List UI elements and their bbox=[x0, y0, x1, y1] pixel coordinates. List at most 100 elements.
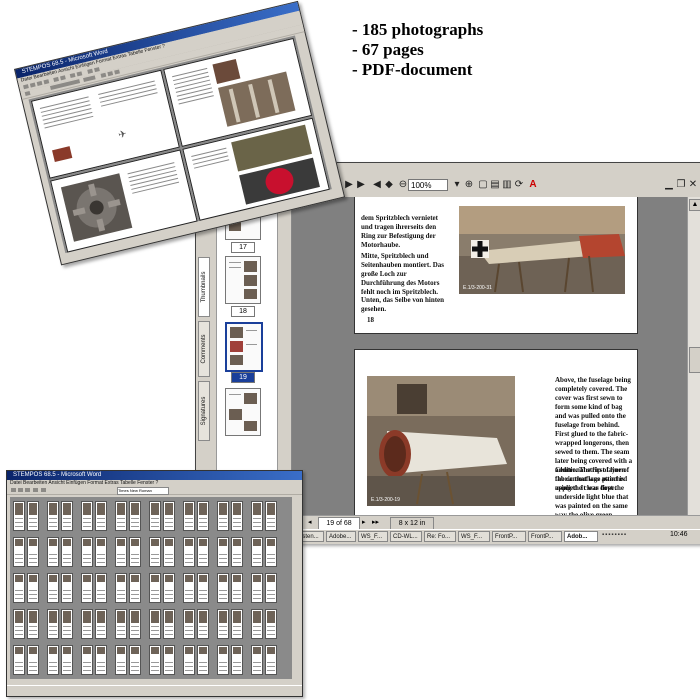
last-page-nav-icon[interactable]: ▸▸ bbox=[372, 518, 379, 526]
page18-text-1: dem Spritzblech vernietet und tragen ihr… bbox=[361, 214, 438, 249]
taskbar-item-4[interactable]: CD-WL... bbox=[390, 531, 422, 542]
overview-page bbox=[95, 609, 107, 639]
overview-page bbox=[115, 501, 127, 531]
scroll-thumb[interactable] bbox=[689, 347, 700, 373]
overview-page bbox=[13, 645, 25, 675]
overview-page bbox=[81, 537, 93, 567]
overview-page bbox=[129, 573, 141, 603]
overview-page bbox=[129, 645, 141, 675]
last-page-icon[interactable]: ▶ bbox=[356, 179, 366, 191]
forward-icon[interactable]: ◆ bbox=[384, 179, 394, 191]
font-name-field[interactable]: Times New Roman bbox=[117, 487, 169, 495]
small-toolbar[interactable]: Times New Roman bbox=[7, 487, 302, 495]
overview-page bbox=[115, 609, 127, 639]
window-close-icon[interactable]: ✕ bbox=[688, 179, 698, 191]
small-word-window: STEMPOS 68.5 - Microsoft Word Datei Bear… bbox=[6, 470, 303, 697]
overview-page bbox=[27, 645, 39, 675]
taskbar-item-5[interactable]: Re: Fo... bbox=[424, 531, 456, 542]
overview-page bbox=[61, 609, 73, 639]
actual-size-icon[interactable]: ▢ bbox=[478, 179, 488, 191]
tilted-photo-1 bbox=[52, 146, 73, 163]
scroll-up-icon[interactable]: ▲ bbox=[689, 199, 700, 211]
taskbar-item-2[interactable]: Adobe... bbox=[326, 531, 356, 542]
overview-page bbox=[197, 501, 209, 531]
thumbnail-page-20[interactable] bbox=[225, 388, 261, 436]
overview-page bbox=[265, 501, 277, 531]
overview-page bbox=[13, 501, 25, 531]
zoom-dropdown-icon[interactable]: ▾ bbox=[452, 179, 462, 191]
thumbnail-list[interactable]: 17 18 19 bbox=[216, 201, 278, 513]
tab-signatures[interactable]: Signatures bbox=[198, 381, 210, 441]
overview-page bbox=[217, 537, 229, 567]
vertical-scrollbar[interactable]: ▲ bbox=[687, 197, 700, 515]
thumbnail-page-19[interactable] bbox=[225, 322, 263, 372]
overview-page bbox=[217, 609, 229, 639]
overview-page bbox=[217, 573, 229, 603]
overview-page bbox=[251, 537, 263, 567]
taskbar-item-8[interactable]: FrontP... bbox=[528, 531, 562, 542]
overview-page bbox=[197, 609, 209, 639]
overview-page bbox=[149, 501, 161, 531]
document-view[interactable]: dem Spritzblech vernietet und tragen ihr… bbox=[292, 197, 687, 515]
caption: - 185 photographs - 67 pages - PDF-docum… bbox=[352, 20, 483, 80]
first-page-icon[interactable]: ▶ bbox=[344, 179, 354, 191]
airplane-drawing-icon: ✈ bbox=[117, 128, 128, 142]
page18-text-3: Unten, das Selbe von hinten gesehen. bbox=[361, 296, 445, 313]
thumbnail-page-18[interactable] bbox=[225, 256, 261, 304]
zoom-out-icon[interactable]: ⊖ bbox=[398, 179, 408, 191]
overview-page bbox=[265, 573, 277, 603]
caption-format: - PDF-document bbox=[352, 60, 473, 79]
overview-page bbox=[47, 609, 59, 639]
overview-page bbox=[95, 573, 107, 603]
window-minimize-icon[interactable]: ▁ bbox=[664, 179, 674, 191]
caption-pages: - 67 pages bbox=[352, 40, 424, 59]
overview-page bbox=[13, 609, 25, 639]
page-overview-grid[interactable] bbox=[10, 497, 292, 679]
page18-text-2: Mitte, Spritzblech und Seitenhauben mont… bbox=[361, 252, 445, 296]
thumbnail-label-18[interactable]: 18 bbox=[231, 306, 255, 317]
overview-page bbox=[231, 609, 243, 639]
side-tabs: Thumbnails Comments Signatures bbox=[198, 257, 210, 477]
page18-number: 18 bbox=[367, 316, 374, 324]
overview-page bbox=[163, 537, 175, 567]
next-page-nav-icon[interactable]: ▸ bbox=[362, 518, 366, 526]
overview-page bbox=[251, 501, 263, 531]
small-window-title: STEMPOS 68.5 - Microsoft Word bbox=[7, 471, 302, 480]
overview-page bbox=[61, 645, 73, 675]
small-window-menu[interactable]: Datei Bearbeiten Ansicht Einfügen Format… bbox=[7, 480, 302, 487]
overview-page bbox=[183, 573, 195, 603]
thumbnail-label-17[interactable]: 17 bbox=[231, 242, 255, 253]
overview-page bbox=[197, 645, 209, 675]
zoom-in-icon[interactable]: ⊕ bbox=[464, 179, 474, 191]
overview-page bbox=[231, 501, 243, 531]
taskbar-item-6[interactable]: WS_F... bbox=[458, 531, 490, 542]
overview-page bbox=[81, 573, 93, 603]
rotate-icon[interactable]: ⟳ bbox=[514, 179, 524, 191]
overview-page bbox=[81, 501, 93, 531]
page19-text-2: Centre. The first layer of the camouflag… bbox=[555, 466, 630, 515]
thumbnail-label-19[interactable]: 19 bbox=[231, 372, 255, 383]
tab-comments[interactable]: Comments bbox=[198, 321, 210, 377]
back-icon[interactable]: ◀ bbox=[372, 179, 382, 191]
overview-page bbox=[95, 645, 107, 675]
window-restore-icon[interactable]: ❐ bbox=[676, 179, 686, 191]
overview-page bbox=[129, 609, 141, 639]
prev-page-nav-icon[interactable]: ◂ bbox=[308, 518, 312, 526]
tab-thumbnails[interactable]: Thumbnails bbox=[198, 257, 210, 317]
adobe-icon[interactable]: A bbox=[528, 179, 538, 191]
fit-page-icon[interactable]: ▤ bbox=[490, 179, 500, 191]
overview-page bbox=[231, 537, 243, 567]
overview-page bbox=[61, 573, 73, 603]
overview-page bbox=[217, 645, 229, 675]
overview-page bbox=[47, 573, 59, 603]
overview-page bbox=[231, 573, 243, 603]
taskbar-item-7[interactable]: FrontP... bbox=[492, 531, 526, 542]
acrobat-statusbar: ◂◂ ◂ 19 of 68 ▸ ▸▸ 8 x 12 in bbox=[292, 515, 700, 530]
taskbar-item-3[interactable]: WS_F... bbox=[358, 531, 388, 542]
overview-page bbox=[251, 609, 263, 639]
taskbar-item-9[interactable]: Adob... bbox=[564, 531, 598, 542]
fit-width-icon[interactable]: ▥ bbox=[502, 179, 512, 191]
overview-page bbox=[115, 645, 127, 675]
overview-page bbox=[129, 537, 141, 567]
zoom-field[interactable]: 100% bbox=[408, 179, 448, 191]
